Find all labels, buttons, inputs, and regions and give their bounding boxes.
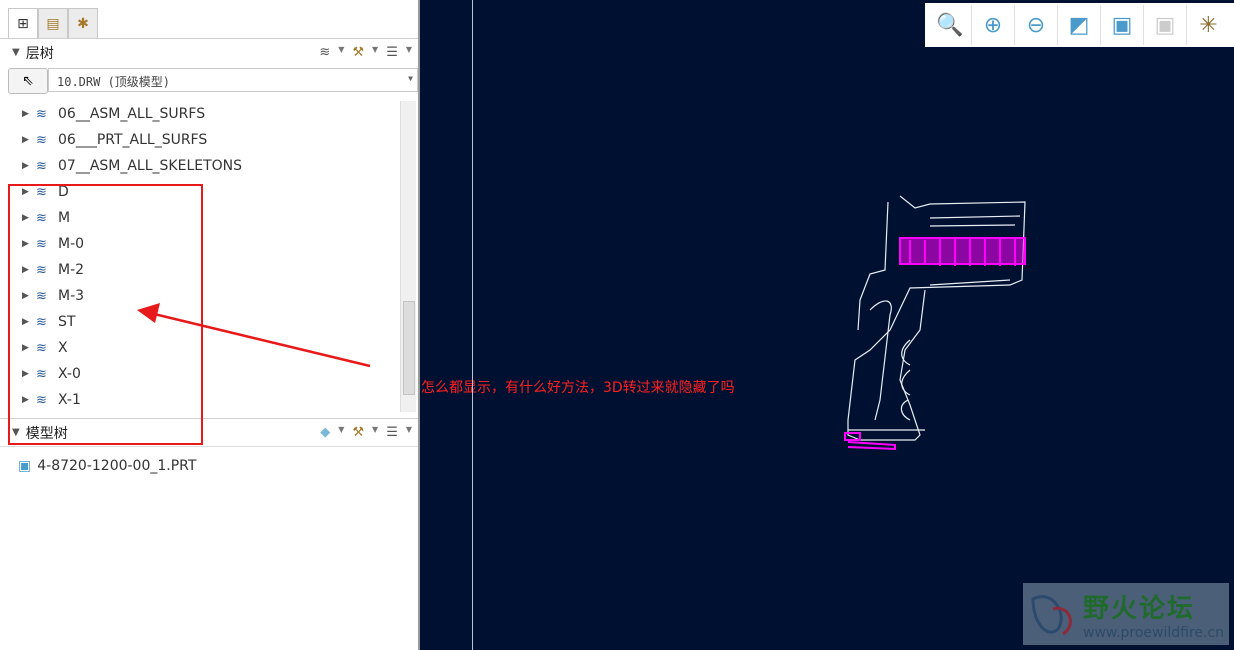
zoom-fit-icon[interactable]: 🔍 bbox=[929, 5, 972, 45]
annotation-arrow bbox=[137, 303, 371, 368]
view-refit-icon[interactable]: ◩ bbox=[1058, 5, 1101, 45]
drawing-border-line bbox=[472, 0, 473, 650]
watermark-title: 野火论坛 bbox=[1083, 593, 1196, 624]
gun-model-drawing bbox=[844, 195, 1026, 451]
zoom-out-icon[interactable]: ⊖ bbox=[1015, 5, 1058, 45]
display-style-icon[interactable]: ▣ bbox=[1144, 5, 1187, 45]
view-toolbar: 🔍 ⊕ ⊖ ◩ ▣ ▣ ✳ bbox=[925, 3, 1234, 47]
butterfly-logo-icon bbox=[1031, 595, 1072, 636]
datum-display-icon[interactable]: ✳ bbox=[1187, 5, 1230, 45]
saved-views-icon[interactable]: ▣ bbox=[1101, 5, 1144, 45]
zoom-in-icon[interactable]: ⊕ bbox=[972, 5, 1015, 45]
annotation-text: 怎么都显示，有什么好方法，3D转过来就隐藏了吗 bbox=[421, 380, 735, 396]
watermark-url: www.proewildfire.cn bbox=[1083, 624, 1225, 641]
watermark-logo: 野火论坛 www.proewildfire.cn bbox=[1023, 583, 1229, 645]
